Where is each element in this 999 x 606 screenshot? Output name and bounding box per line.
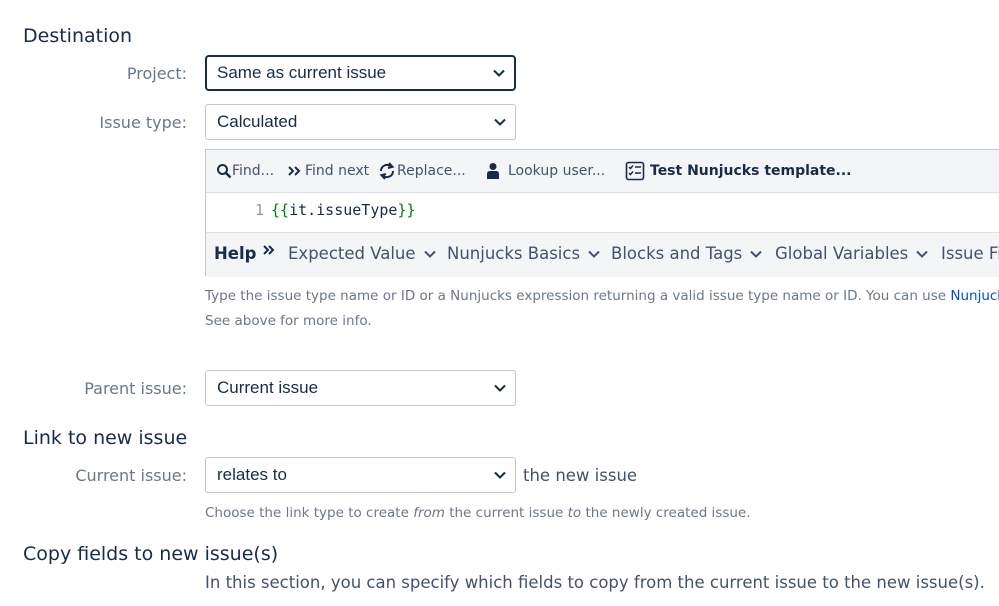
link-desc-text: the newly created issue. (581, 505, 751, 521)
line-number: 1 (254, 201, 264, 219)
link-description: Choose the link type to create from the … (205, 505, 751, 521)
chevron-down-icon (493, 69, 505, 77)
link-type-select[interactable]: relates to (205, 457, 516, 493)
parent-issue-label: Parent issue: (84, 379, 187, 398)
find-button[interactable]: Find... (216, 159, 274, 183)
replace-icon (379, 162, 395, 180)
help-item-nunjucks-basics[interactable]: Nunjucks Basics (447, 244, 600, 263)
link-desc-emphasis-to: to (567, 505, 582, 521)
nunjucks-link[interactable]: Nunjucks a (950, 288, 999, 304)
issue-type-label: Issue type: (99, 113, 187, 132)
code-area[interactable]: 1 {{it.issueType}} (206, 193, 999, 231)
copy-fields-heading: Copy fields to new issue(s) (23, 543, 279, 565)
issue-type-select[interactable]: Calculated (205, 104, 516, 140)
destination-heading: Destination (23, 25, 133, 47)
link-type-select-value: relates to (217, 465, 287, 484)
chevron-down-icon (494, 118, 506, 126)
chevron-down-icon (588, 250, 600, 258)
parent-issue-select[interactable]: Current issue (205, 370, 516, 406)
link-desc-text: the current issue (444, 505, 568, 521)
help-bar: Help Expected Value Nunjucks Basics Bloc… (206, 232, 999, 277)
new-issue-suffix: the new issue (523, 466, 638, 485)
code-expression: it.issueType (289, 201, 398, 219)
help-item-global-variables[interactable]: Global Variables (775, 244, 928, 263)
current-issue-label: Current issue: (75, 466, 187, 485)
link-heading: Link to new issue (23, 427, 188, 449)
chevron-down-icon (750, 250, 763, 258)
help-item-expected-value[interactable]: Expected Value (288, 244, 436, 263)
project-label: Project: (126, 64, 187, 83)
find-label: Find... (232, 163, 275, 179)
double-chevron-right-icon (288, 166, 301, 176)
help-label: Help (214, 244, 257, 263)
chevron-down-icon (494, 384, 506, 392)
nunjucks-editor: Find... Find next Replace... Lookup user… (205, 149, 999, 277)
help-item-label: Nunjucks Basics (447, 244, 581, 263)
chevron-down-icon (916, 250, 928, 258)
find-next-button[interactable]: Find next (287, 159, 369, 183)
double-chevron-right-icon (263, 244, 275, 255)
help-item-label: Global Variables (775, 244, 909, 263)
issue-type-desc-text: Type the issue type name or ID or a Nunj… (205, 288, 951, 304)
find-next-label: Find next (305, 163, 370, 179)
user-icon (487, 163, 499, 179)
search-icon (217, 164, 232, 179)
help-item-label: Blocks and Tags (611, 244, 743, 263)
link-desc-emphasis-from: from (413, 505, 445, 521)
lookup-user-button[interactable]: Lookup user... (486, 159, 605, 183)
link-desc-text: Choose the link type to create (205, 505, 414, 521)
lookup-user-label: Lookup user... (508, 163, 606, 179)
code-brace-close: }} (397, 201, 416, 219)
checklist-icon (625, 161, 645, 181)
parent-issue-select-value: Current issue (217, 378, 319, 397)
issue-type-select-value: Calculated (217, 112, 298, 131)
project-select-value: Same as current issue (217, 63, 387, 82)
issue-type-description-line2: See above for more info. (205, 313, 372, 329)
copy-fields-description: In this section, you can specify which f… (205, 573, 985, 592)
test-template-button[interactable]: Test Nunjucks template... (625, 159, 852, 183)
help-item-issue-fields[interactable]: Issue Fie (941, 244, 999, 263)
help-item-blocks-and-tags[interactable]: Blocks and Tags (611, 244, 763, 263)
help-toggle[interactable]: Help (214, 244, 276, 263)
editor-toolbar: Find... Find next Replace... Lookup user… (206, 150, 999, 193)
help-item-label: Issue Fie (941, 244, 999, 263)
code-brace-open: {{ (271, 201, 290, 219)
issue-type-description: Type the issue type name or ID or a Nunj… (205, 288, 999, 304)
chevron-down-icon (494, 471, 506, 479)
test-template-label: Test Nunjucks template... (650, 163, 852, 179)
project-select[interactable]: Same as current issue (205, 55, 516, 91)
help-item-label: Expected Value (288, 244, 416, 263)
replace-label: Replace... (397, 163, 466, 179)
replace-button[interactable]: Replace... (377, 159, 466, 183)
chevron-down-icon (423, 250, 436, 258)
code-line: {{it.issueType}} (271, 201, 416, 219)
